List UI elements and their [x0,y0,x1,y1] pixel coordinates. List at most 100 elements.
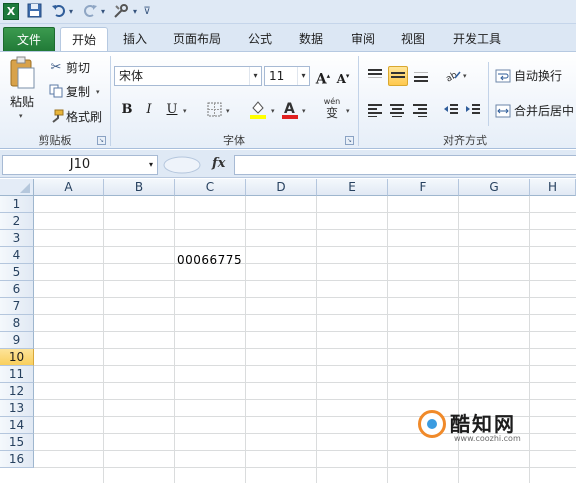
align-left-icon[interactable] [366,101,384,119]
cut-icon[interactable]: ✂ [48,60,64,76]
shrink-font-button[interactable]: A▾ [334,67,352,86]
copy-button[interactable]: 复制 [66,84,90,100]
row-header-3[interactable]: 3 [0,230,34,247]
phonetic-icon[interactable]: wén 变 [320,98,344,122]
customize-icon[interactable]: ⊽ [142,3,152,20]
underline-button[interactable]: U [163,101,181,119]
row-header-5[interactable]: 5 [0,264,34,281]
undo-icon[interactable] [50,3,66,20]
row-header-13[interactable]: 13 [0,400,34,417]
paste-dropdown-icon[interactable]: ▾ [19,112,23,120]
align-right-icon[interactable] [411,101,429,119]
row-header-1[interactable]: 1 [0,196,34,213]
redo-icon[interactable] [82,3,98,20]
insert-function-button[interactable]: fx [212,156,225,171]
font-launcher-icon[interactable]: ↘ [345,136,354,145]
row-header-11[interactable]: 11 [0,366,34,383]
orientation-dropdown-icon[interactable]: ▾ [463,72,467,80]
row-gridline [34,246,576,247]
column-header-e[interactable]: E [317,179,388,196]
font-color-dropdown-icon[interactable]: ▾ [302,107,306,115]
row-header-15[interactable]: 15 [0,434,34,451]
font-size-select[interactable]: 11 ▾ [264,66,310,86]
save-icon[interactable] [26,3,42,20]
borders-dropdown-icon[interactable]: ▾ [226,107,230,115]
bold-button[interactable]: B [118,101,136,119]
align-middle-icon[interactable] [388,66,408,86]
italic-button[interactable]: I [140,101,158,119]
format-painter-icon[interactable] [48,109,64,125]
tab-page-layout[interactable]: 页面布局 [166,27,228,51]
copy-icon[interactable] [48,84,64,100]
tab-developer[interactable]: 开发工具 [446,27,508,51]
wrap-text-button[interactable]: 自动换行 [514,68,562,84]
tab-view[interactable]: 视图 [393,27,433,51]
row-header-14[interactable]: 14 [0,417,34,434]
fill-color-dropdown-icon[interactable]: ▾ [271,107,275,115]
column-header-c[interactable]: C [175,179,246,196]
tab-insert[interactable]: 插入 [113,27,157,51]
row-header-8[interactable]: 8 [0,315,34,332]
cell-c4[interactable]: 00066775 [177,252,242,268]
clipboard-group-label: 剪贴板 [38,134,72,147]
font-name-select[interactable]: 宋体 ▾ [114,66,262,86]
excel-logo-icon[interactable]: X [3,3,19,20]
cut-button[interactable]: 剪切 [66,60,90,76]
row-gridline [34,229,576,230]
tab-home[interactable]: 开始 [60,27,108,52]
tools-dropdown-icon[interactable]: ▾ [131,3,139,20]
column-header-f[interactable]: F [388,179,459,196]
svg-text:A: A [284,101,295,117]
paste-button[interactable]: 粘贴 [10,94,34,110]
column-header-g[interactable]: G [459,179,530,196]
font-color-icon[interactable]: A [281,99,299,119]
format-painter-button[interactable]: 格式刷 [66,109,102,125]
fill-color-icon[interactable] [249,99,266,119]
orientation-icon[interactable]: ab [444,66,462,85]
column-header-d[interactable]: D [246,179,317,196]
grow-font-button[interactable]: A▴ [314,67,332,88]
row-header-2[interactable]: 2 [0,213,34,230]
name-box[interactable]: J10 ▾ [2,155,158,175]
underline-dropdown-icon[interactable]: ▾ [183,107,187,115]
formula-bar-controls: fx [162,155,234,175]
merge-center-icon[interactable] [495,103,511,119]
row-header-9[interactable]: 9 [0,332,34,349]
tab-file[interactable]: 文件 [3,27,55,51]
column-header-h[interactable]: H [530,179,576,196]
row-header-16[interactable]: 16 [0,451,34,468]
row-header-6[interactable]: 6 [0,281,34,298]
undo-dropdown-icon[interactable]: ▾ [67,3,75,20]
paste-icon[interactable] [8,56,36,90]
tab-data[interactable]: 数据 [291,27,331,51]
row-header-7[interactable]: 7 [0,298,34,315]
column-header-b[interactable]: B [104,179,175,196]
align-center-icon[interactable] [388,101,406,119]
tab-formulas[interactable]: 公式 [240,27,280,51]
phonetic-dropdown-icon[interactable]: ▾ [346,107,350,115]
wrap-text-icon[interactable] [495,68,511,84]
row-header-4[interactable]: 4 [0,247,34,264]
formula-input[interactable] [234,155,576,175]
decrease-indent-icon[interactable] [442,101,460,119]
tab-review[interactable]: 审阅 [343,27,383,51]
formula-bar-separator-icon [163,156,201,174]
font-size-dropdown-icon[interactable]: ▾ [297,67,309,85]
clipboard-launcher-icon[interactable]: ↘ [97,136,106,145]
copy-dropdown-icon[interactable]: ▾ [96,88,100,96]
increase-indent-icon[interactable] [464,101,482,119]
align-bottom-icon[interactable] [412,66,430,84]
row-header-12[interactable]: 12 [0,383,34,400]
borders-icon[interactable] [206,102,222,118]
merge-center-button[interactable]: 合并后居中 [514,103,574,119]
name-box-dropdown-icon[interactable]: ▾ [149,156,153,174]
select-all-corner[interactable] [0,179,34,196]
row-gridline [34,263,576,264]
redo-dropdown-icon[interactable]: ▾ [99,3,107,20]
row-header-10[interactable]: 10 [0,349,34,366]
tools-icon[interactable] [112,3,130,20]
phonetic-pinyin: wén [323,97,341,106]
column-header-a[interactable]: A [34,179,104,196]
align-top-icon[interactable] [366,66,384,84]
font-name-dropdown-icon[interactable]: ▾ [249,67,261,85]
